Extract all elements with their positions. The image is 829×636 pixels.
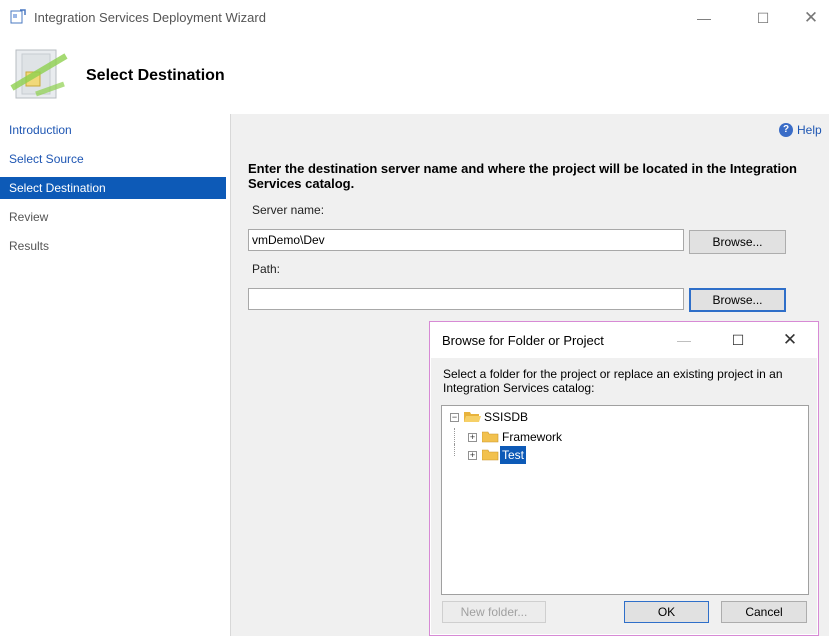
page-title: Select Destination <box>86 67 225 84</box>
path-label: Path: <box>252 262 281 276</box>
step-select-destination[interactable]: Select Destination <box>0 177 226 199</box>
tree-node-label: Framework <box>502 430 563 444</box>
expand-icon[interactable]: + <box>468 451 477 460</box>
window-title-bar: Integration Services Deployment Wizard —… <box>0 0 829 36</box>
close-button[interactable]: ✕ <box>797 6 825 30</box>
browse-folder-dialog: Browse for Folder or Project — ☐ ✕ Selec… <box>429 321 819 636</box>
instruction-text: Enter the destination server name and wh… <box>248 161 798 191</box>
new-folder-button: New folder... <box>442 601 546 623</box>
tree-node-test[interactable]: + Test <box>442 444 802 464</box>
wizard-header: Select Destination <box>0 36 829 114</box>
help-icon[interactable]: ? <box>779 123 793 137</box>
step-results: Results <box>9 239 50 253</box>
server-name-label: Server name: <box>252 203 325 217</box>
path-input[interactable] <box>248 288 684 310</box>
step-select-source[interactable]: Select Source <box>0 148 226 170</box>
step-introduction[interactable]: Introduction <box>0 119 226 141</box>
app-icon <box>10 9 26 24</box>
dialog-close-button[interactable]: ✕ <box>778 328 802 352</box>
tree-node-label-selected: Test <box>500 446 527 464</box>
help-link[interactable]: Help <box>797 123 822 137</box>
maximize-button[interactable]: ☐ <box>749 6 777 30</box>
server-browse-button[interactable]: Browse... <box>689 230 786 254</box>
expand-icon[interactable]: + <box>468 433 477 442</box>
tree-node-ssisdb[interactable]: − SSISDB <box>442 408 802 426</box>
window-title: Integration Services Deployment Wizard <box>34 10 266 25</box>
step-review: Review <box>9 210 49 224</box>
wizard-page-icon <box>10 49 68 99</box>
ok-button[interactable]: OK <box>624 601 709 623</box>
cancel-button[interactable]: Cancel <box>721 601 807 623</box>
path-browse-button[interactable]: Browse... <box>689 288 786 312</box>
dialog-body: Select a folder for the project or repla… <box>431 358 817 634</box>
folder-icon <box>482 449 499 461</box>
dialog-description: Select a folder for the project or repla… <box>443 367 783 395</box>
folder-icon <box>482 431 499 443</box>
minimize-button[interactable]: — <box>690 6 718 30</box>
dialog-maximize-button[interactable]: ☐ <box>726 328 750 352</box>
tree-node-label: SSISDB <box>484 410 529 424</box>
folder-tree[interactable]: − SSISDB + Framework + Test <box>441 405 809 595</box>
dialog-title: Browse for Folder or Project <box>442 333 604 348</box>
collapse-icon[interactable]: − <box>450 413 459 422</box>
dialog-minimize-button: — <box>677 332 691 348</box>
open-folder-icon <box>464 412 481 422</box>
tree-node-framework[interactable]: + Framework <box>442 428 802 446</box>
server-name-input[interactable]: vmDemo\Dev <box>248 229 684 251</box>
wizard-step-sidebar: Introduction Select Source Select Destin… <box>0 114 231 636</box>
tree-line <box>454 444 456 456</box>
